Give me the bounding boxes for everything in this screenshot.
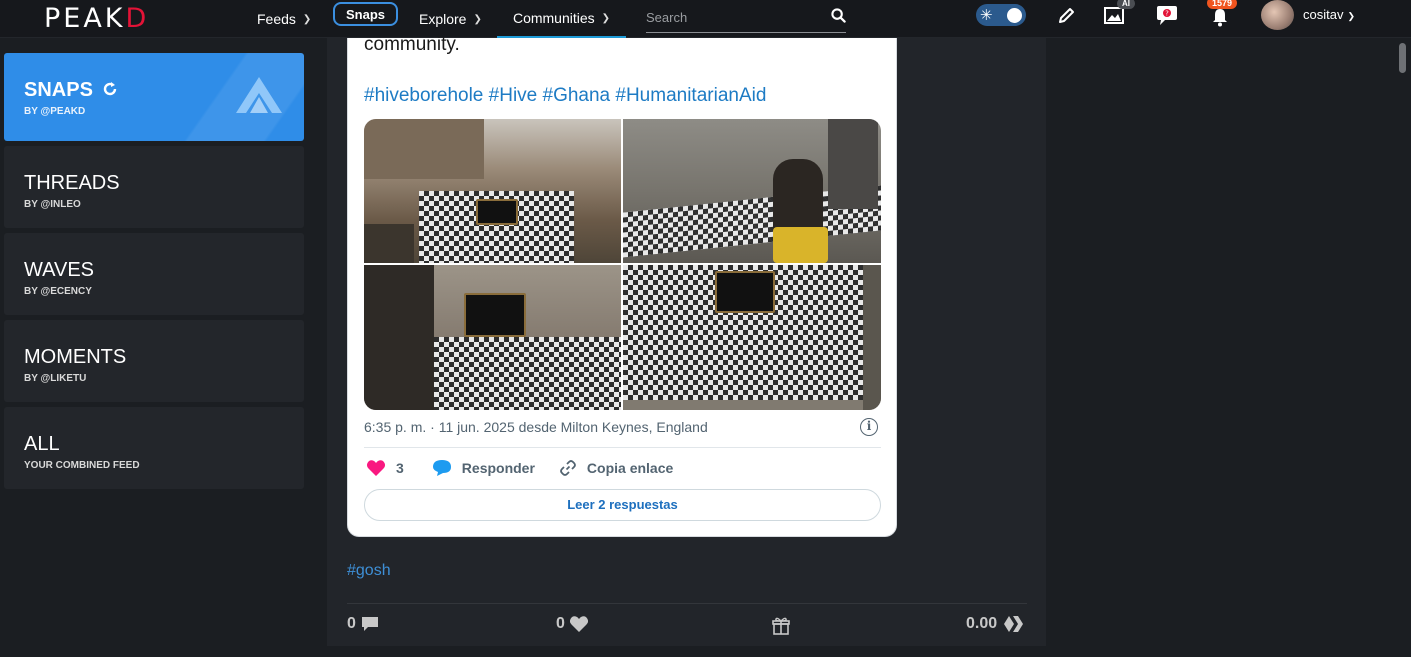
pencil-icon[interactable]	[1057, 5, 1077, 25]
votes-button[interactable]: 0	[556, 615, 589, 633]
photo-detail	[364, 265, 434, 410]
svg-text:?: ?	[1165, 10, 1169, 18]
divider	[347, 603, 1027, 604]
peakd-logo[interactable]: PEAKD	[44, 3, 149, 34]
heart-icon	[366, 460, 386, 476]
username: cositav	[1303, 7, 1344, 22]
sidebar-item-title: MOMENTS	[24, 346, 127, 368]
photo-detail	[863, 265, 881, 410]
sidebar-item-title: ALL	[24, 433, 60, 455]
nav-communities-label: Communities	[512, 10, 595, 26]
payout-button[interactable]: 0.00	[966, 615, 1025, 633]
tweet-photo[interactable]	[623, 265, 881, 410]
nav-feeds-label: Feeds	[257, 11, 296, 27]
photo-detail	[419, 337, 621, 410]
copy-link-button[interactable]: Copia enlace	[559, 459, 673, 477]
photo-detail	[715, 271, 775, 313]
search-icon[interactable]	[831, 8, 846, 23]
nav-explore[interactable]: Explore ❯	[419, 0, 482, 38]
reply-label: Responder	[461, 460, 535, 476]
sidebar-item-snaps[interactable]: SNAPS BY @PEAKD	[4, 53, 304, 141]
avatar[interactable]	[1261, 0, 1294, 30]
peakd-mark-icon	[236, 77, 282, 113]
comment-icon	[361, 617, 378, 631]
sidebar-item-title: WAVES	[24, 259, 95, 281]
sidebar-item-all[interactable]: ALL YOUR COMBINED FEED	[4, 407, 304, 489]
sidebar-item-title: THREADS	[24, 172, 120, 194]
sidebar: SNAPS BY @PEAKD THREADS BY @INLEO WAVES …	[4, 53, 304, 494]
nav-snaps[interactable]: Snaps	[333, 2, 399, 26]
tweet-photo[interactable]	[623, 119, 881, 263]
sidebar-item-waves[interactable]: WAVES BY @ECENCY	[4, 233, 304, 315]
search-input[interactable]	[646, 10, 816, 25]
sidebar-item-subtitle: BY @INLEO	[24, 199, 81, 210]
photo-detail	[828, 119, 878, 209]
ai-badge: AI	[1117, 0, 1135, 9]
tweet-actions: 3 Responder Copia enlace	[366, 459, 697, 477]
sidebar-item-subtitle: BY @ECENCY	[24, 286, 92, 297]
sidebar-item-subtitle: BY @LIKETU	[24, 373, 87, 384]
bell-icon[interactable]	[1211, 7, 1229, 27]
heart-icon	[569, 616, 588, 632]
theme-toggle[interactable]: ✳	[976, 4, 1026, 26]
chevron-down-icon: ❯	[601, 12, 611, 24]
reply-button[interactable]: Responder	[432, 459, 535, 477]
post-footer: 0 0 0.00	[347, 615, 1027, 637]
post-tag[interactable]: #gosh	[347, 562, 391, 580]
read-replies-button[interactable]: Leer 2 respuestas	[364, 489, 881, 521]
comments-button[interactable]: 0	[347, 615, 380, 633]
tweet-timestamp[interactable]: 6:35 p. m. · 11 jun. 2025 desde Milton K…	[364, 419, 708, 435]
logo-main: PEAK	[44, 3, 126, 34]
hive-icon	[1004, 616, 1024, 632]
logo-accent: D	[125, 3, 150, 34]
comments-count: 0	[347, 615, 356, 632]
toggle-knob	[1007, 7, 1022, 23]
scrollbar[interactable]	[1395, 38, 1411, 657]
nav-feeds[interactable]: Feeds ❯	[257, 0, 311, 38]
photo-detail	[476, 199, 518, 225]
tweet-photo-grid[interactable]	[364, 119, 881, 410]
like-count: 3	[396, 460, 404, 476]
link-icon	[560, 460, 576, 476]
sidebar-item-threads[interactable]: THREADS BY @INLEO	[4, 146, 304, 228]
nav-snaps-label: Snaps	[346, 6, 386, 22]
chat-icon[interactable]: ?	[1155, 5, 1179, 27]
photo-detail	[773, 227, 828, 263]
scrollbar-thumb[interactable]	[1399, 43, 1406, 73]
search-box	[646, 3, 846, 33]
photo-detail	[364, 119, 484, 179]
chevron-down-icon: ❯	[1347, 11, 1356, 21]
tweet-hashtags[interactable]: #hiveborehole #Hive #Ghana #Humanitarian…	[364, 85, 766, 107]
chevron-down-icon: ❯	[473, 13, 482, 25]
top-navbar: PEAKD Feeds ❯ Snaps Explore ❯ Communities ❯…	[0, 0, 1411, 38]
sidebar-item-moments[interactable]: MOMENTS BY @LIKETU	[4, 320, 304, 402]
like-button[interactable]: 3	[366, 459, 404, 477]
tweet-photo[interactable]	[364, 265, 621, 410]
tweet-photo[interactable]	[364, 119, 621, 263]
sun-icon: ✳	[980, 6, 993, 24]
user-menu[interactable]: cositav ❯	[1303, 7, 1355, 22]
tweet-text: community.	[364, 34, 460, 55]
refresh-icon[interactable]	[102, 81, 118, 97]
speech-bubble-icon	[432, 460, 451, 476]
photo-detail	[464, 293, 526, 337]
gift-icon[interactable]	[771, 616, 791, 636]
sidebar-item-subtitle: YOUR COMBINED FEED	[24, 460, 140, 471]
divider	[364, 447, 881, 448]
embedded-tweet: community. #hiveborehole #Hive #Ghana #H…	[347, 34, 897, 537]
copy-link-label: Copia enlace	[586, 460, 674, 476]
payout-value: 0.00	[966, 615, 998, 632]
info-icon[interactable]: i	[860, 418, 878, 436]
notification-badge: 1579	[1207, 0, 1238, 9]
votes-count: 0	[556, 615, 565, 632]
photo-detail	[364, 224, 414, 263]
nav-communities[interactable]: Communities ❯	[497, 0, 626, 38]
nav-explore-label: Explore	[419, 11, 467, 27]
chevron-down-icon: ❯	[302, 13, 312, 25]
post-body: community. #hiveborehole #Hive #Ghana #H…	[327, 34, 1046, 646]
